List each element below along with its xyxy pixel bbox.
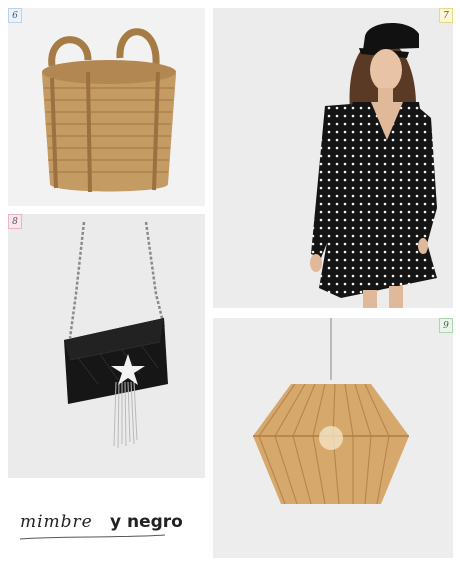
- caption-underline: [20, 534, 166, 540]
- product-number-badge: 9: [439, 318, 453, 333]
- product-number-badge: 6: [8, 8, 22, 23]
- product-panel-lamp[interactable]: 9: [213, 318, 453, 558]
- bag-image: [64, 221, 168, 449]
- product-panel-basket[interactable]: 6: [8, 8, 205, 206]
- dress-image: [310, 22, 437, 308]
- basket-image: [42, 28, 176, 193]
- lamp-image: [253, 318, 409, 505]
- product-panel-dress[interactable]: 7: [213, 8, 453, 308]
- caption: mimbre y negro: [20, 512, 190, 548]
- product-panel-bag[interactable]: 8: [8, 214, 205, 478]
- product-number-badge: 7: [439, 8, 453, 23]
- product-number-badge: 8: [8, 214, 22, 229]
